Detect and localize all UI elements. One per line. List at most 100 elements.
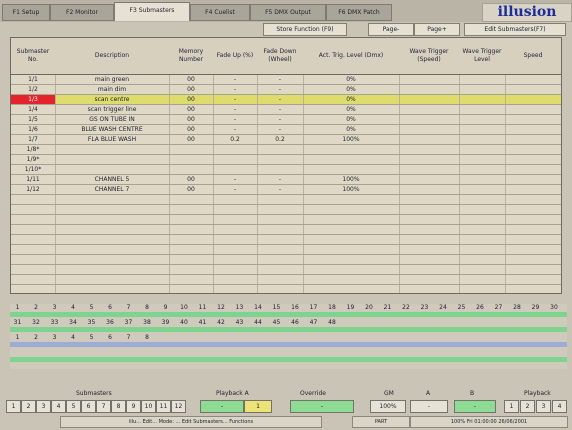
tab-dmx-patch[interactable]: F6 DMX Patch xyxy=(326,4,392,21)
table-row[interactable]: 1/8* xyxy=(11,145,561,155)
playback-a-value[interactable]: - xyxy=(200,400,244,413)
grand-master-value[interactable]: 100% xyxy=(370,400,406,413)
submaster-button[interactable]: 10 xyxy=(141,400,156,413)
table-row[interactable]: 1/6 BLUE WASH CENTRE 00- -0% xyxy=(11,125,561,135)
table-cell: 00 xyxy=(169,175,214,184)
playback-button[interactable]: 4 xyxy=(552,400,567,413)
b-value[interactable]: - xyxy=(454,400,496,413)
playback-a-cue[interactable]: 1 xyxy=(244,400,272,413)
table-cell xyxy=(11,195,56,204)
table-cell xyxy=(55,155,170,164)
submaster-button[interactable]: 8 xyxy=(111,400,126,413)
playback-button[interactable]: 2 xyxy=(520,400,535,413)
table-row[interactable] xyxy=(11,265,561,275)
table-cell xyxy=(459,205,506,214)
submaster-button[interactable]: 5 xyxy=(66,400,81,413)
table-cell xyxy=(303,265,400,274)
table-cell xyxy=(459,175,506,184)
table-cell xyxy=(213,285,258,293)
table-cell: 1/6 xyxy=(11,125,56,134)
table-cell xyxy=(169,155,214,164)
table-cell xyxy=(55,235,170,244)
channel-number: 22 xyxy=(402,304,410,311)
table-cell xyxy=(55,275,170,284)
submaster-button[interactable]: 12 xyxy=(171,400,186,413)
submasters-label: Submasters xyxy=(76,390,112,397)
table-cell xyxy=(459,225,506,234)
table-cell xyxy=(303,215,400,224)
col-header-fade-down: Fade Down (Wheel) xyxy=(257,38,304,75)
table-cell xyxy=(169,205,214,214)
table-cell xyxy=(213,215,258,224)
page-minus-button[interactable]: Page- xyxy=(368,23,414,36)
table-cell xyxy=(399,175,460,184)
table-row[interactable] xyxy=(11,245,561,255)
submaster-button[interactable]: 3 xyxy=(36,400,51,413)
a-value[interactable]: - xyxy=(410,400,448,413)
table-row[interactable] xyxy=(11,285,561,293)
table-cell xyxy=(169,245,214,254)
store-function-button[interactable]: Store Function (F9) xyxy=(263,23,347,36)
table-cell xyxy=(303,155,400,164)
channel-number: 33 xyxy=(50,319,59,326)
submaster-button[interactable]: 7 xyxy=(96,400,111,413)
channel-number: 20 xyxy=(365,304,373,311)
table-row[interactable]: 1/12 CHANNEL 7 00- -100% xyxy=(11,185,561,195)
channel-row-3: 1 2 3 4 5 6 7 8 xyxy=(10,334,567,348)
submaster-button[interactable]: 11 xyxy=(156,400,171,413)
table-cell: 1/10* xyxy=(11,165,56,174)
table-cell: GS ON TUBE IN xyxy=(55,115,170,124)
table-cell xyxy=(169,165,214,174)
channel-number: 5 xyxy=(89,304,94,311)
tab-setup[interactable]: F1 Setup xyxy=(2,4,50,21)
table-row[interactable] xyxy=(11,195,561,205)
table-row[interactable] xyxy=(11,235,561,245)
edit-submasters-button[interactable]: Edit Submasters(F7) xyxy=(464,23,566,36)
submaster-button[interactable]: 1 xyxy=(6,400,21,413)
playback-button[interactable]: 1 xyxy=(504,400,519,413)
channel-number: 1 xyxy=(15,334,20,341)
table-cell xyxy=(11,205,56,214)
table-row[interactable]: 1/11 CHANNEL 5 00- -100% xyxy=(11,175,561,185)
table-cell xyxy=(505,215,561,224)
table-row[interactable] xyxy=(11,215,561,225)
tab-cuelist[interactable]: F4 Cuelist xyxy=(190,4,250,21)
table-row[interactable] xyxy=(11,255,561,265)
channel-number: 10 xyxy=(180,304,188,311)
table-row[interactable]: 1/9* xyxy=(11,155,561,165)
channel-number: 19 xyxy=(346,304,355,311)
table-row[interactable] xyxy=(11,275,561,285)
table-row[interactable]: 1/1 main green 00- -0% xyxy=(11,75,561,85)
table-cell xyxy=(505,225,561,234)
tab-dmx-output[interactable]: F5 DMX Output xyxy=(250,4,326,21)
tab-submasters[interactable]: F3 Submasters xyxy=(114,2,190,21)
table-row[interactable]: 1/5 GS ON TUBE IN 00- -0% xyxy=(11,115,561,125)
table-cell xyxy=(505,135,561,144)
table-cell xyxy=(399,125,460,134)
tab-monitor[interactable]: F2 Monitor xyxy=(50,4,114,21)
table-row[interactable]: 1/3 scan centre 00- -0% xyxy=(11,95,561,105)
table-row[interactable]: 1/10* xyxy=(11,165,561,175)
table-row[interactable]: 1/2 main dim 00- -0% xyxy=(11,85,561,95)
channel-number: 4 xyxy=(71,304,75,311)
channel-number: 1 xyxy=(15,304,20,311)
channel-number: 2 xyxy=(34,304,38,311)
page-plus-button[interactable]: Page+ xyxy=(414,23,460,36)
table-row[interactable]: 1/7 FLA BLUE WASH 00 0.2 0.2 100% xyxy=(11,135,561,145)
submaster-button[interactable]: 9 xyxy=(126,400,141,413)
table-row[interactable] xyxy=(11,225,561,235)
table-cell xyxy=(399,285,460,293)
submaster-button[interactable]: 2 xyxy=(21,400,36,413)
playback-button[interactable]: 3 xyxy=(536,400,551,413)
table-cell: 1/3 xyxy=(11,95,56,104)
table-row[interactable]: 1/4 scan trigger line 00- -0% xyxy=(11,105,561,115)
submaster-button[interactable]: 4 xyxy=(51,400,66,413)
table-cell: main green xyxy=(55,75,170,84)
channel-number: 6 xyxy=(108,334,112,341)
submaster-button[interactable]: 6 xyxy=(81,400,96,413)
table-row[interactable] xyxy=(11,205,561,215)
table-cell xyxy=(399,205,460,214)
table-cell xyxy=(55,195,170,204)
override-value[interactable]: - xyxy=(290,400,354,413)
table-cell xyxy=(257,145,304,154)
